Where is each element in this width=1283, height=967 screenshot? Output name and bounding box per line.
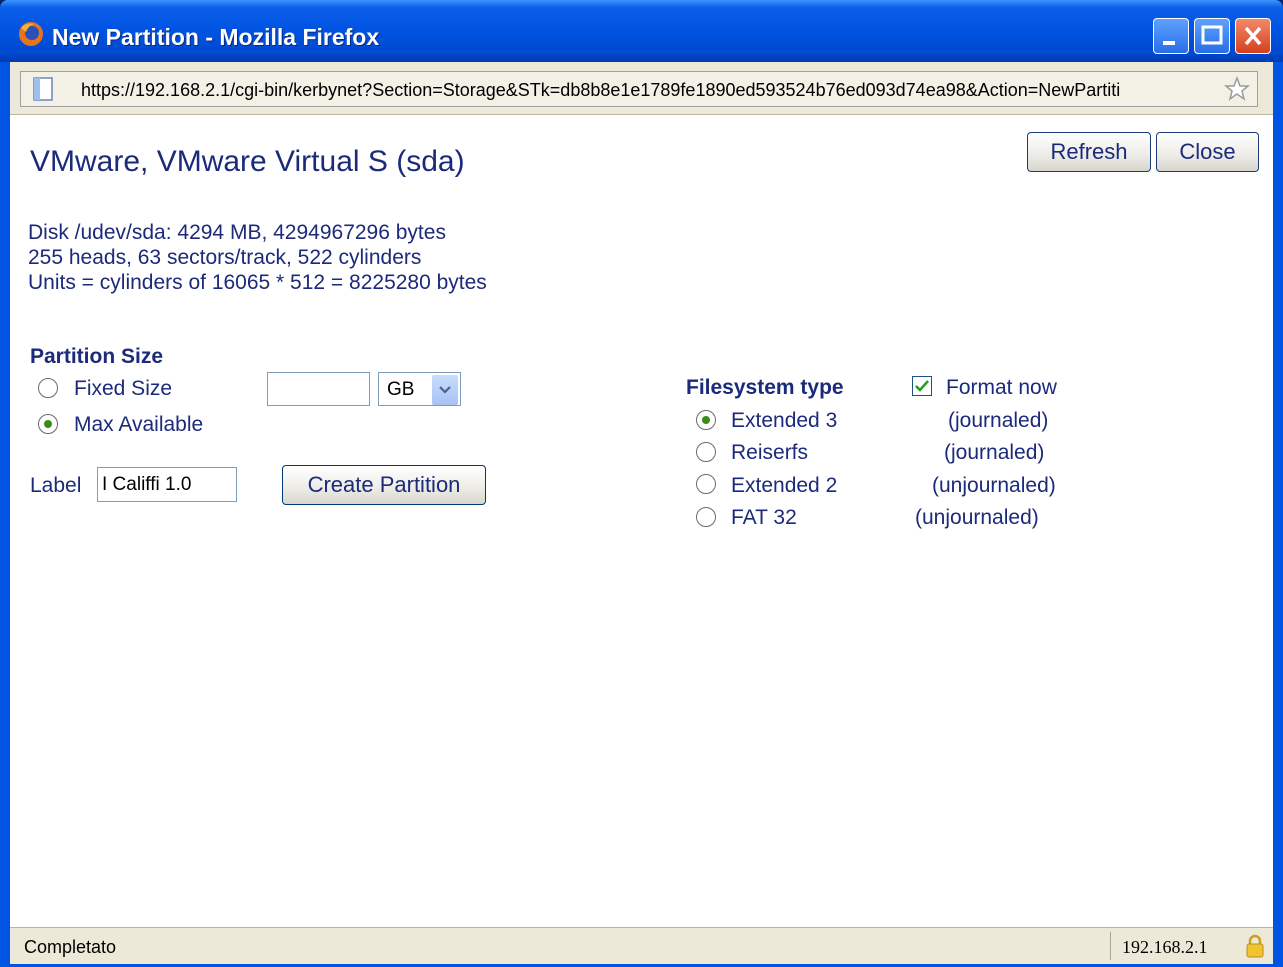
fs-label-extended3: Extended 3 (731, 409, 838, 432)
maximize-button[interactable] (1194, 18, 1230, 54)
fs-radio-extended2[interactable] (696, 474, 716, 494)
disk-info: Disk /udev/sda: 4294 MB, 4294967296 byte… (28, 220, 487, 295)
disk-info-line: Disk /udev/sda: 4294 MB, 4294967296 byte… (28, 221, 446, 244)
fs-label-fat32: FAT 32 (731, 506, 797, 529)
fixed-size-label: Fixed Size (74, 377, 173, 400)
unit-select-value: GB (387, 379, 415, 400)
format-now-label: Format now (946, 376, 1057, 399)
label-caption: Label (30, 474, 82, 497)
status-text: Completato (24, 937, 117, 957)
address-bar-area: https://192.168.2.1/cgi-bin/kerbynet?Sec… (10, 62, 1273, 115)
lock-icon[interactable] (1246, 934, 1264, 958)
close-icon (1244, 26, 1262, 46)
title-bar[interactable]: New Partition - Mozilla Firefox (0, 0, 1283, 62)
max-available-radio[interactable] (38, 414, 58, 434)
unit-select[interactable]: GB (378, 372, 461, 406)
checkmark-icon (915, 380, 929, 392)
status-separator (1110, 932, 1111, 960)
status-host: 192.168.2.1 (1122, 937, 1208, 957)
refresh-button[interactable]: Refresh (1027, 132, 1151, 172)
size-input[interactable] (267, 372, 370, 406)
close-window-button[interactable] (1235, 18, 1271, 54)
minimize-button[interactable] (1153, 18, 1189, 54)
filesystem-type-heading: Filesystem type (686, 376, 844, 399)
disk-info-line: Units = cylinders of 16065 * 512 = 82252… (28, 271, 487, 294)
label-input[interactable] (97, 467, 237, 502)
fs-radio-reiserfs[interactable] (696, 442, 716, 462)
format-now-checkbox[interactable] (912, 376, 932, 396)
window-title: New Partition - Mozilla Firefox (52, 24, 380, 50)
create-partition-button[interactable]: Create Partition (282, 465, 486, 505)
maximize-icon (1201, 25, 1223, 45)
fs-note-extended2: (unjournaled) (932, 474, 1056, 497)
firefox-icon (19, 22, 43, 46)
fixed-size-radio[interactable] (38, 378, 58, 398)
page-icon (33, 77, 53, 101)
chevron-down-icon (432, 375, 458, 405)
fs-note-fat32: (unjournaled) (915, 506, 1039, 529)
minimize-icon (1163, 41, 1175, 45)
fs-note-reiserfs: (journaled) (944, 441, 1045, 464)
page-content: VMware, VMware Virtual S (sda) Refresh C… (10, 115, 1273, 927)
max-available-label: Max Available (74, 413, 204, 436)
page-title: VMware, VMware Virtual S (sda) (30, 145, 465, 178)
partition-size-heading: Partition Size (30, 345, 164, 368)
status-bar: Completato 192.168.2.1 (10, 927, 1273, 964)
close-button[interactable]: Close (1156, 132, 1259, 172)
url-text: https://192.168.2.1/cgi-bin/kerbynet?Sec… (81, 80, 1121, 100)
browser-window: New Partition - Mozilla Firefox https://… (0, 0, 1283, 967)
fs-radio-fat32[interactable] (696, 507, 716, 527)
disk-info-line: 255 heads, 63 sectors/track, 522 cylinde… (28, 246, 422, 269)
address-field[interactable]: https://192.168.2.1/cgi-bin/kerbynet?Sec… (20, 71, 1258, 107)
fs-note-extended3: (journaled) (948, 409, 1049, 432)
fs-label-reiserfs: Reiserfs (731, 441, 809, 464)
fs-radio-extended3[interactable] (696, 410, 716, 430)
bookmark-star-icon[interactable] (1223, 75, 1251, 103)
fs-label-extended2: Extended 2 (731, 474, 838, 497)
